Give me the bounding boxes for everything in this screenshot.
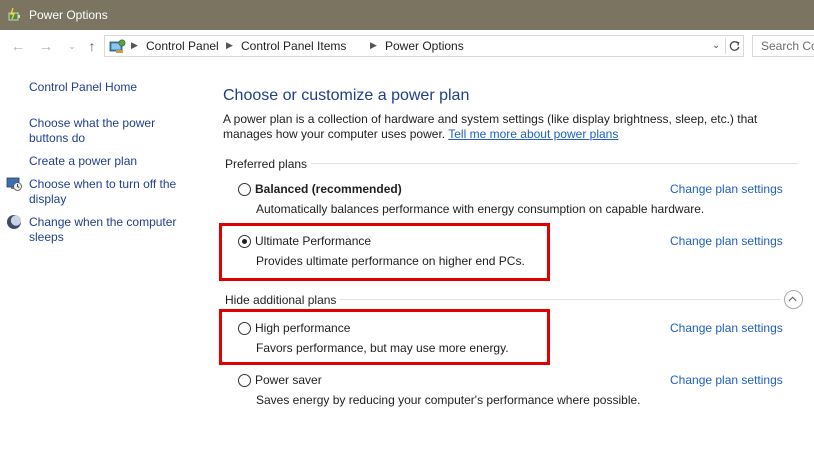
forward-arrow-icon[interactable]: → — [38, 38, 54, 54]
computer-sleep-link[interactable]: Change when the computer sleeps — [29, 215, 184, 245]
power-options-icon — [8, 7, 20, 21]
plan-description: Automatically balances performance with … — [256, 202, 705, 216]
address-dropdown-chevron-icon[interactable]: ⌄ — [712, 40, 720, 51]
ultimate-performance-radio[interactable] — [238, 235, 251, 248]
back-arrow-icon[interactable]: ← — [10, 38, 26, 54]
breadcrumb-power-options[interactable]: Power Options — [385, 39, 464, 53]
change-high-performance-settings-link[interactable]: Change plan settings — [670, 321, 783, 335]
plan-name[interactable]: Balanced (recommended) — [255, 182, 402, 196]
control-panel-icon — [109, 39, 126, 53]
choose-power-buttons-link[interactable]: Choose what the power buttons do — [29, 116, 179, 146]
create-power-plan-link[interactable]: Create a power plan — [29, 154, 189, 169]
change-balanced-settings-link[interactable]: Change plan settings — [670, 182, 783, 196]
refresh-icon[interactable] — [725, 38, 743, 54]
high-performance-radio[interactable] — [238, 322, 251, 335]
hide-additional-plans-label[interactable]: Hide additional plans — [225, 293, 341, 307]
plan-name[interactable]: Power saver — [255, 373, 322, 387]
breadcrumb[interactable]: ▶ Control Panel ▶ Control Panel Items ▶ … — [104, 35, 744, 57]
plan-description: Saves energy by reducing your computer's… — [256, 393, 641, 407]
plan-name[interactable]: High performance — [255, 321, 350, 335]
page-description: A power plan is a collection of hardware… — [223, 112, 808, 142]
breadcrumb-separator-icon: ▶ — [370, 40, 377, 50]
collapse-chevron-up-icon[interactable] — [784, 290, 803, 309]
plan-description: Provides ultimate performance on higher … — [256, 254, 525, 268]
change-ultimate-settings-link[interactable]: Change plan settings — [670, 234, 783, 248]
up-arrow-icon[interactable]: ↑ — [84, 38, 100, 54]
breadcrumb-separator-icon: ▶ — [131, 40, 138, 50]
search-input[interactable] — [753, 36, 814, 56]
address-bar: ← → ⌄ ↑ ▶ Control Panel ▶ Control Panel … — [0, 30, 814, 62]
window-title: Power Options — [29, 8, 108, 22]
preferred-plans-label: Preferred plans — [225, 157, 312, 171]
plan-name[interactable]: Ultimate Performance — [255, 234, 371, 248]
page-title: Choose or customize a power plan — [223, 87, 470, 104]
control-panel-home-link[interactable]: Control Panel Home — [29, 80, 189, 95]
plan-description: Favors performance, but may use more ene… — [256, 341, 509, 355]
turn-off-display-link[interactable]: Choose when to turn off the display — [29, 177, 184, 207]
power-saver-radio[interactable] — [238, 374, 251, 387]
display-off-icon — [6, 177, 22, 191]
search-box[interactable] — [752, 35, 814, 57]
breadcrumb-control-panel-items[interactable]: Control Panel Items — [241, 39, 346, 53]
highlight-box — [219, 223, 550, 281]
change-power-saver-settings-link[interactable]: Change plan settings — [670, 373, 783, 387]
recent-locations-chevron-icon[interactable]: ⌄ — [64, 38, 80, 54]
breadcrumb-control-panel[interactable]: Control Panel — [146, 39, 219, 53]
power-plans-help-link[interactable]: Tell me more about power plans — [448, 127, 618, 141]
breadcrumb-separator-icon: ▶ — [226, 40, 233, 50]
balanced-radio[interactable] — [238, 183, 251, 196]
highlight-box — [219, 309, 550, 365]
sleep-moon-icon — [7, 215, 22, 229]
title-bar: Power Options — [0, 0, 814, 30]
